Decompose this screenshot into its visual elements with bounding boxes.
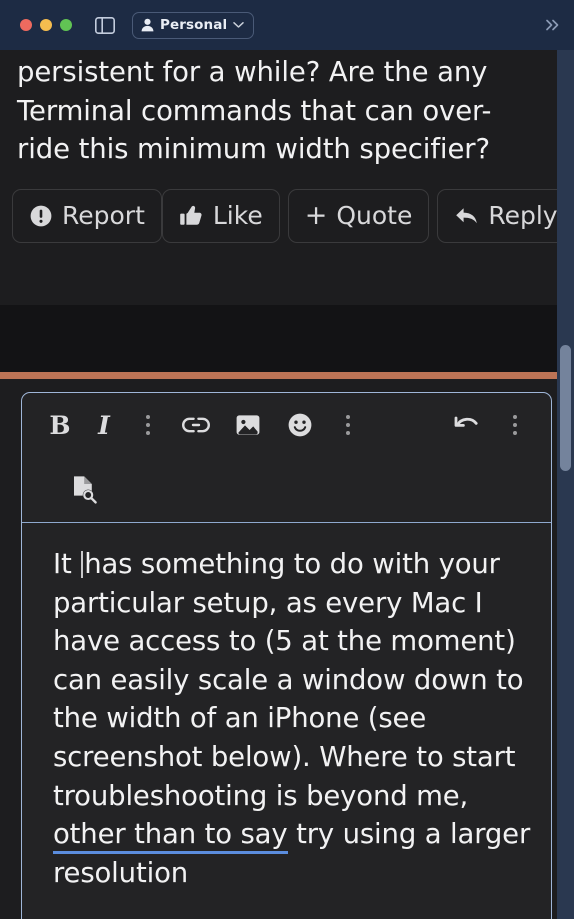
title-bar: Personal <box>0 0 574 50</box>
sidebar-toggle-icon[interactable] <box>94 14 116 36</box>
close-button[interactable] <box>20 19 32 31</box>
reply-label: Reply <box>488 201 557 230</box>
vertical-scrollbar[interactable] <box>557 50 574 919</box>
italic-icon[interactable]: I <box>82 411 126 440</box>
undo-icon[interactable] <box>441 413 493 437</box>
reply-button[interactable]: Reply <box>437 188 557 243</box>
vertical-dots-icon[interactable] <box>326 415 370 435</box>
profile-button[interactable]: Personal <box>132 11 255 39</box>
plus-icon: + <box>304 200 328 231</box>
app-window: Personal persistent for a while? Are the… <box>0 0 574 919</box>
section-gap-band <box>0 305 557 372</box>
traffic-lights <box>20 19 72 31</box>
bold-icon[interactable]: B <box>38 411 82 440</box>
reply-arrow-icon <box>454 205 479 227</box>
compose-text-before-caret: It <box>53 548 81 580</box>
vertical-dots-icon[interactable] <box>126 415 170 435</box>
accent-divider <box>0 372 557 379</box>
link-icon[interactable] <box>170 414 222 436</box>
chevron-down-icon <box>233 21 244 29</box>
document-search-icon[interactable] <box>38 474 132 506</box>
like-label: Like <box>212 201 263 230</box>
post-body: persistent for a while? Are the any Term… <box>17 56 492 165</box>
compose-text-main: has something to do with your particular… <box>53 548 524 812</box>
editor-toolbar-secondary <box>22 457 551 523</box>
smiley-icon[interactable] <box>274 412 326 438</box>
compose-area[interactable]: It has something to do with your particu… <box>22 523 551 892</box>
report-button[interactable]: Report <box>12 188 162 243</box>
scrollbar-thumb[interactable] <box>560 345 571 471</box>
thumbs-up-icon <box>179 204 204 228</box>
maximize-button[interactable] <box>60 19 72 31</box>
minimize-button[interactable] <box>40 19 52 31</box>
editor-toolbar: B I <box>22 393 551 457</box>
like-button[interactable]: Like <box>161 188 280 243</box>
report-label: Report <box>62 201 145 230</box>
text-caret <box>81 551 84 578</box>
person-icon <box>141 18 154 32</box>
page-content: persistent for a while? Are the any Term… <box>0 50 557 919</box>
double-chevron-right-icon[interactable] <box>544 17 562 33</box>
image-icon[interactable] <box>222 412 274 438</box>
spellcheck-underlined-text[interactable]: other than to say <box>53 818 288 855</box>
exclamation-circle-icon <box>29 204 53 228</box>
quote-button[interactable]: + Quote <box>287 188 430 243</box>
post-action-bar: Report Like + Quote Reply <box>0 169 557 243</box>
vertical-dots-icon[interactable] <box>493 415 537 435</box>
reply-editor[interactable]: B I It has something to do with your par… <box>21 392 552 919</box>
quote-label: Quote <box>336 201 413 230</box>
profile-label: Personal <box>160 17 228 33</box>
